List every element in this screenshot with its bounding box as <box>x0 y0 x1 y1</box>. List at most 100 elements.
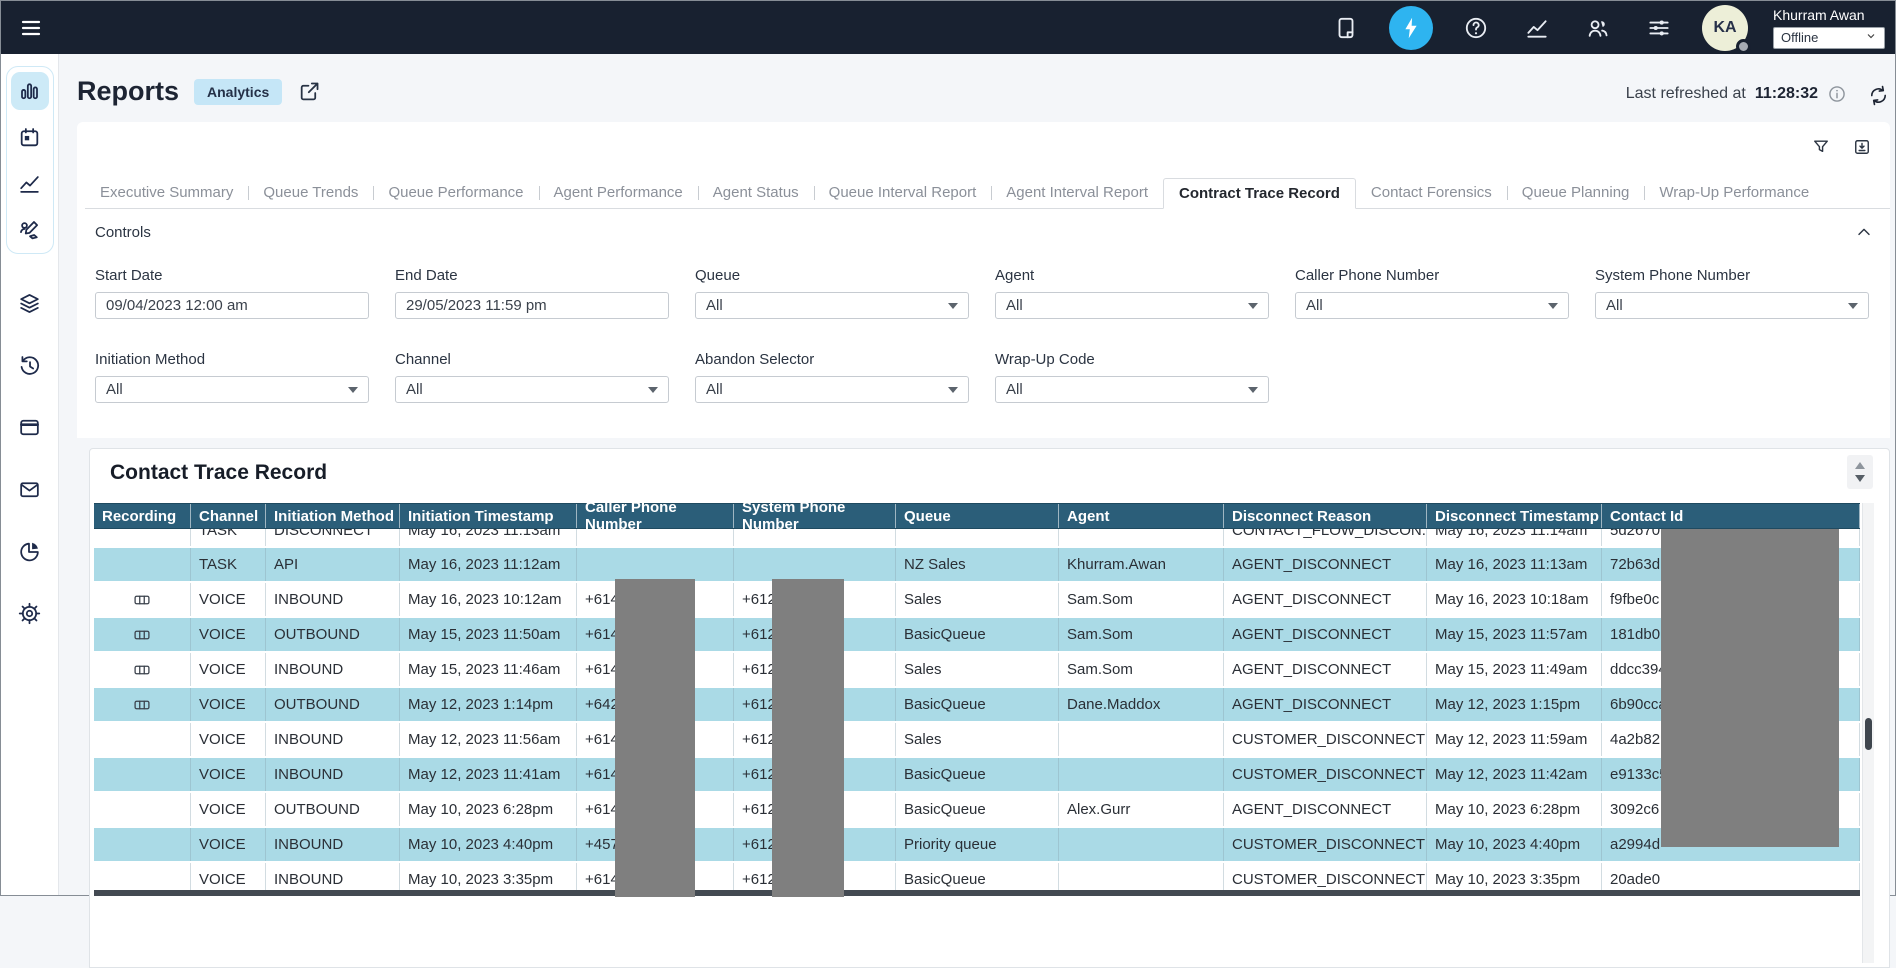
cell-initiation-method: INBOUND <box>266 758 400 791</box>
filter-label: Abandon Selector <box>695 351 969 368</box>
cell-initiation-method: OUTBOUND <box>266 688 400 721</box>
help-icon[interactable] <box>1458 10 1494 46</box>
sliders-icon[interactable] <box>1641 10 1677 46</box>
sidebar-item-mail[interactable] <box>11 470 49 508</box>
cell-queue: Sales <box>896 723 1059 756</box>
col-system-phone-number: System Phone Number <box>734 504 896 528</box>
filter-select-queue[interactable]: All <box>695 292 969 319</box>
menu-icon[interactable] <box>16 13 46 43</box>
tab-agent-status[interactable]: Agent Status <box>698 178 814 208</box>
tab-queue-planning[interactable]: Queue Planning <box>1507 178 1645 208</box>
cell-recording <box>94 828 191 861</box>
tab-agent-performance[interactable]: Agent Performance <box>539 178 698 208</box>
line-chart-icon[interactable] <box>1519 10 1555 46</box>
filter-label: End Date <box>395 267 669 284</box>
cell-recording[interactable] <box>94 618 191 651</box>
filter-icon[interactable] <box>1811 137 1831 157</box>
cell-agent: Sam.Som <box>1059 653 1224 686</box>
cell-disconnect-timestamp: May 16, 2023 11:14am <box>1427 529 1602 548</box>
users-icon[interactable] <box>1580 10 1616 46</box>
refresh-icon[interactable] <box>1867 84 1890 107</box>
sidebar-item-design[interactable] <box>11 210 49 248</box>
filter-select-abandon-selector[interactable]: All <box>695 376 969 403</box>
cell-queue: Priority queue <box>896 828 1059 861</box>
filter-select-agent[interactable]: All <box>995 292 1269 319</box>
collapse-chevron-up-icon[interactable] <box>1854 222 1874 242</box>
tab-agent-interval-report[interactable]: Agent Interval Report <box>991 178 1163 208</box>
col-disconnect-timestamp: Disconnect Timestamp <box>1427 504 1602 528</box>
table-header-row: RecordingChannelInitiation MethodInitiat… <box>94 503 1860 529</box>
caret-down-icon <box>1248 387 1258 393</box>
tab-executive-summary[interactable]: Executive Summary <box>85 178 248 208</box>
cell-initiation-method: DISCONNECT <box>266 529 400 548</box>
cell-disconnect-reason: CUSTOMER_DISCONNECT <box>1224 828 1427 861</box>
recording-icon <box>133 696 151 714</box>
tab-contract-trace-record[interactable]: Contract Trace Record <box>1163 178 1356 209</box>
status-select[interactable]: Offline <box>1773 27 1885 49</box>
filter-select-caller-phone-number[interactable]: All <box>1295 292 1569 319</box>
avatar[interactable]: KA <box>1702 5 1748 51</box>
cell-disconnect-reason: AGENT_DISCONNECT <box>1224 583 1427 616</box>
filter-label: Agent <box>995 267 1269 284</box>
col-agent: Agent <box>1059 504 1224 528</box>
last-refreshed-label: Last refreshed at <box>1626 85 1746 103</box>
caret-down-icon <box>948 387 958 393</box>
cell-disconnect-timestamp: May 15, 2023 11:49am <box>1427 653 1602 686</box>
tab-contact-forensics[interactable]: Contact Forensics <box>1356 178 1507 208</box>
cell-channel: TASK <box>191 529 266 548</box>
horizontal-scrollbar[interactable] <box>94 890 1860 896</box>
main-content: Reports Analytics Last refreshed at 11:2… <box>59 54 1895 895</box>
table-title: Contact Trace Record <box>110 461 327 485</box>
filter-input-end-date[interactable]: 29/05/2023 11:59 pm <box>395 292 669 319</box>
filter-select-wrap-up-code[interactable]: All <box>995 376 1269 403</box>
table-row: VOICEOUTBOUNDMay 10, 2023 6:28pm+614+612… <box>94 793 1860 828</box>
scroll-stepper <box>1847 455 1873 489</box>
tab-queue-trends[interactable]: Queue Trends <box>248 178 373 208</box>
sidebar-item-line-chart[interactable] <box>11 164 49 202</box>
external-link-icon[interactable] <box>297 79 322 104</box>
filter-select-channel[interactable]: All <box>395 376 669 403</box>
cell-initiation-method: INBOUND <box>266 828 400 861</box>
tab-queue-performance[interactable]: Queue Performance <box>373 178 538 208</box>
filter-caller-phone-number: Caller Phone NumberAll <box>1295 267 1569 319</box>
sidebar-item-pie[interactable] <box>11 532 49 570</box>
cell-queue: Sales <box>896 583 1059 616</box>
sidebar-item-layers[interactable] <box>11 284 49 322</box>
cell-channel: VOICE <box>191 828 266 861</box>
sidebar-item-browser[interactable] <box>11 408 49 446</box>
cell-disconnect-reason: AGENT_DISCONNECT <box>1224 618 1427 651</box>
cell-recording[interactable] <box>94 653 191 686</box>
cell-caller-phone <box>577 529 734 548</box>
cell-agent: Sam.Som <box>1059 583 1224 616</box>
tab-queue-interval-report[interactable]: Queue Interval Report <box>814 178 992 208</box>
cell-recording <box>94 758 191 791</box>
controls-section: Controls Start Date09/04/2023 12:00 amEn… <box>77 210 1890 438</box>
sidebar-item-calendar[interactable] <box>11 118 49 156</box>
sidebar-item-history[interactable] <box>11 346 49 384</box>
cell-recording[interactable] <box>94 688 191 721</box>
cell-recording[interactable] <box>94 583 191 616</box>
last-refreshed-time: 11:28:32 <box>1755 85 1818 103</box>
flash-icon[interactable] <box>1389 6 1433 50</box>
stepper-up-icon[interactable] <box>1855 462 1865 469</box>
sidebar-item-bar-chart[interactable] <box>11 72 49 110</box>
sidebar-item-gear[interactable] <box>11 594 49 632</box>
download-icon[interactable] <box>1852 137 1872 157</box>
tab-wrap-up-performance[interactable]: Wrap-Up Performance <box>1644 178 1824 208</box>
notes-icon[interactable] <box>1328 10 1364 46</box>
filter-value: 09/04/2023 12:00 am <box>106 297 248 314</box>
filter-select-system-phone-number[interactable]: All <box>1595 292 1869 319</box>
vertical-scrollbar-thumb[interactable] <box>1865 718 1872 750</box>
cell-channel: TASK <box>191 548 266 581</box>
sidebar-group <box>6 66 54 254</box>
filter-select-initiation-method[interactable]: All <box>95 376 369 403</box>
cell-initiation-timestamp: May 15, 2023 11:50am <box>400 618 577 651</box>
cell-agent: Alex.Gurr <box>1059 793 1224 826</box>
col-recording: Recording <box>94 504 191 528</box>
stepper-down-icon[interactable] <box>1855 475 1865 482</box>
table-row: VOICEINBOUNDMay 12, 2023 11:56am+614+612… <box>94 723 1860 758</box>
info-icon[interactable] <box>1827 84 1847 104</box>
filter-input-start-date[interactable]: 09/04/2023 12:00 am <box>95 292 369 319</box>
filter-value: All <box>1006 297 1023 314</box>
cell-agent <box>1059 529 1224 548</box>
